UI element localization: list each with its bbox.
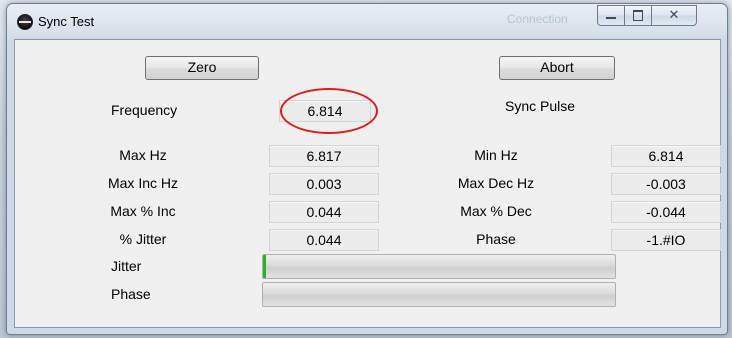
max-inc-hz-label: Max Inc Hz (107, 175, 178, 191)
maximize-icon (633, 10, 643, 21)
pct-jitter-label: % Jitter (119, 231, 167, 247)
close-icon: ✕ (668, 7, 680, 22)
jitter-progress-fill (263, 255, 266, 278)
jitter-progress-bar (262, 254, 616, 279)
max-pct-dec-value: -0.044 (611, 201, 721, 223)
title-bar[interactable]: Sync Test Connection ✕ (7, 4, 727, 38)
maximize-button[interactable] (624, 5, 652, 26)
phase-stat-value: -1.#IO (611, 229, 721, 251)
sync-test-window: Sync Test Connection ✕ Zero Abort Freque… (6, 3, 728, 335)
close-button[interactable]: ✕ (651, 5, 697, 26)
max-inc-hz-value: 0.003 (269, 173, 379, 195)
zero-button[interactable]: Zero (145, 56, 259, 80)
minimize-icon (606, 17, 616, 19)
pct-jitter-value: 0.044 (269, 229, 379, 251)
frequency-label: Frequency (111, 102, 178, 118)
min-hz-label: Min Hz (474, 147, 518, 163)
abort-button[interactable]: Abort (499, 56, 615, 80)
phase-progress-bar (262, 282, 616, 307)
min-hz-value: 6.814 (611, 145, 721, 167)
phase-bar-label: Phase (111, 286, 151, 302)
annotation-circle (280, 88, 378, 134)
max-pct-inc-value: 0.044 (269, 201, 379, 223)
max-pct-dec-label: Max % Dec (460, 203, 532, 219)
max-hz-value: 6.817 (269, 145, 379, 167)
background-window-text: Connection (507, 12, 568, 26)
max-hz-label: Max Hz (119, 147, 167, 163)
window-title: Sync Test (38, 14, 95, 29)
jitter-bar-label: Jitter (111, 258, 142, 274)
client-area: Zero Abort Frequency 6.814 Sync Pulse Ma… (14, 39, 721, 328)
app-logo-icon[interactable] (17, 14, 33, 30)
max-pct-inc-label: Max % Inc (110, 203, 176, 219)
minimize-button[interactable] (597, 5, 625, 26)
max-dec-hz-value: -0.003 (611, 173, 721, 195)
phase-stat-label: Phase (476, 231, 516, 247)
max-dec-hz-label: Max Dec Hz (457, 175, 535, 191)
sync-pulse-label: Sync Pulse (505, 98, 576, 114)
